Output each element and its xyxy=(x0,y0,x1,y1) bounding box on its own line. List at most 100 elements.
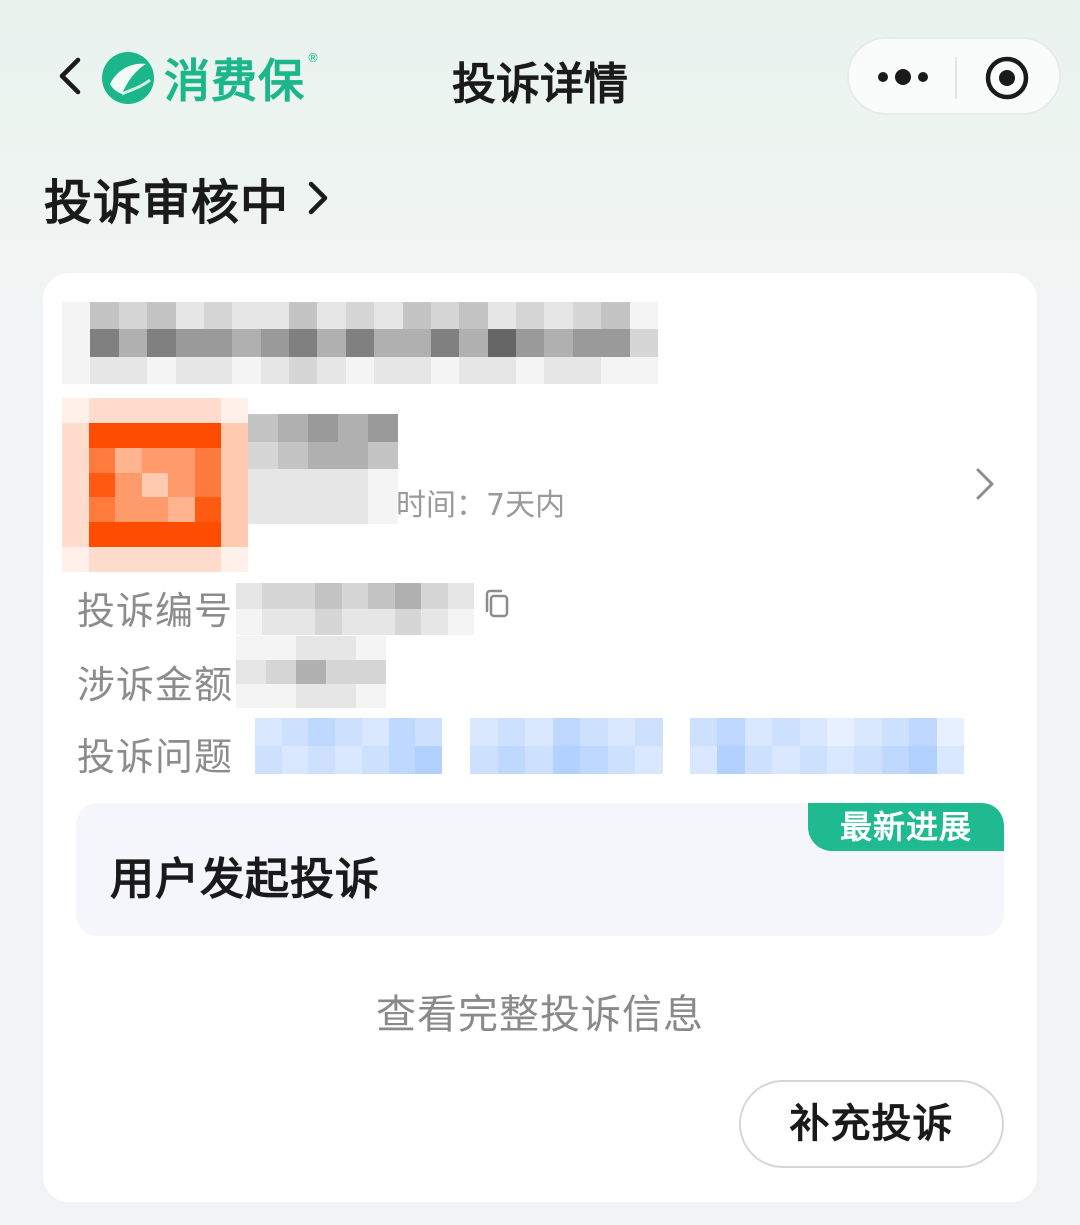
registered-mark: ® xyxy=(307,51,319,65)
mosaic-cell xyxy=(88,447,116,473)
back-button[interactable] xyxy=(52,52,92,100)
mosaic-cell xyxy=(525,746,553,774)
more-button[interactable] xyxy=(873,57,933,97)
mosaic-cell xyxy=(90,356,119,384)
mosaic-cell xyxy=(635,718,663,746)
mosaic-cell xyxy=(62,547,89,572)
mosaic-cell xyxy=(629,329,658,357)
mosaic-cell xyxy=(194,522,222,548)
chevron-left-icon xyxy=(59,57,81,95)
mosaic-cell xyxy=(221,398,248,423)
mosaic-cell xyxy=(470,718,498,746)
mosaic-cell xyxy=(308,718,336,746)
mosaic-cell xyxy=(62,329,91,357)
mosaic-cell xyxy=(115,398,142,423)
mosaic-cell xyxy=(338,414,368,442)
mosaic-cell xyxy=(552,746,581,774)
mosaic-cell xyxy=(248,469,278,497)
mosaic-cell xyxy=(772,746,800,774)
mosaic-cell xyxy=(62,447,89,473)
mosaic-cell xyxy=(278,469,308,497)
mosaic-cell xyxy=(308,496,338,524)
mosaic-cell xyxy=(141,472,169,498)
mosaic-cell xyxy=(88,497,116,523)
mosaic-cell xyxy=(601,356,630,384)
mosaic-cell xyxy=(459,356,488,384)
issue-tag-redacted xyxy=(690,718,964,774)
mosaic-cell xyxy=(175,302,204,330)
mosaic-cell xyxy=(141,522,169,548)
mosaic-cell xyxy=(288,583,316,609)
mosaic-cell xyxy=(744,746,773,774)
mosaic-cell xyxy=(296,684,326,708)
mosaic-cell xyxy=(260,302,290,330)
close-miniprogram-button[interactable] xyxy=(981,53,1033,103)
mosaic-cell xyxy=(232,329,261,357)
mosaic-cell xyxy=(909,746,937,774)
mosaic-cell xyxy=(415,746,442,774)
mosaic-cell xyxy=(266,684,296,708)
mosaic-cell xyxy=(194,472,222,498)
mosaic-cell xyxy=(236,660,266,684)
mosaic-cell xyxy=(194,497,222,523)
amount-redacted xyxy=(236,636,386,708)
mosaic-cell xyxy=(345,302,375,330)
capsule-divider xyxy=(955,57,957,99)
mosaic-cell xyxy=(799,746,827,774)
mosaic-cell xyxy=(799,718,827,746)
mosaic-cell xyxy=(368,469,398,497)
mosaic-cell xyxy=(278,441,308,469)
mosaic-cell xyxy=(90,302,119,330)
mosaic-cell xyxy=(388,746,416,774)
more-dots-icon xyxy=(878,69,928,85)
mosaic-cell xyxy=(402,329,431,357)
mosaic-cell xyxy=(296,660,326,684)
mosaic-cell xyxy=(487,302,517,330)
mosaic-cell xyxy=(374,302,403,330)
mosaic-cell xyxy=(497,718,526,746)
mosaic-cell xyxy=(345,356,375,384)
mosaic-cell xyxy=(430,329,460,357)
mosaic-cell xyxy=(221,547,248,572)
mosaic-cell xyxy=(221,497,248,523)
mosaic-cell xyxy=(356,660,386,684)
time-limit-text: 时间：7天内 xyxy=(396,488,566,523)
mosaic-cell xyxy=(281,718,309,746)
mosaic-cell xyxy=(255,718,282,746)
mosaic-cell xyxy=(601,329,630,357)
latest-progress-panel: 最新进展 用户发起投诉 xyxy=(76,803,1004,936)
mosaic-cell xyxy=(289,356,318,384)
mosaic-cell xyxy=(936,746,964,774)
mosaic-cell xyxy=(338,469,368,497)
mosaic-cell xyxy=(326,684,356,708)
mosaic-cell xyxy=(289,302,318,330)
mosaic-cell xyxy=(62,356,91,384)
mosaic-cell xyxy=(368,414,398,442)
copy-icon[interactable] xyxy=(480,587,514,621)
progress-title: 用户发起投诉 xyxy=(110,854,380,905)
mosaic-cell xyxy=(278,414,308,442)
mosaic-cell xyxy=(115,497,142,523)
supplement-complaint-button[interactable]: 补充投诉 xyxy=(739,1080,1004,1168)
mosaic-cell xyxy=(525,718,553,746)
chevron-right-icon xyxy=(976,468,994,500)
mosaic-cell xyxy=(62,522,89,548)
mosaic-cell xyxy=(374,356,403,384)
mosaic-cell xyxy=(544,356,573,384)
mosaic-cell xyxy=(262,583,289,609)
view-full-complaint-link[interactable]: 查看完整投诉信息 xyxy=(340,982,740,1040)
mosaic-cell xyxy=(248,441,278,469)
mosaic-cell xyxy=(175,329,204,357)
mosaic-cell xyxy=(232,302,261,330)
complaint-status-link[interactable]: 投诉审核中 xyxy=(44,168,333,231)
mosaic-cell xyxy=(388,718,416,746)
mosaic-cell xyxy=(221,447,248,473)
mosaic-cell xyxy=(326,636,356,660)
mosaic-cell xyxy=(168,522,195,548)
mosaic-cell xyxy=(717,746,745,774)
mosaic-cell xyxy=(854,718,882,746)
mosaic-cell xyxy=(62,302,91,330)
mosaic-cell xyxy=(421,583,448,609)
brand-name: 消费保 xyxy=(164,54,305,108)
mosaic-cell xyxy=(115,522,142,548)
